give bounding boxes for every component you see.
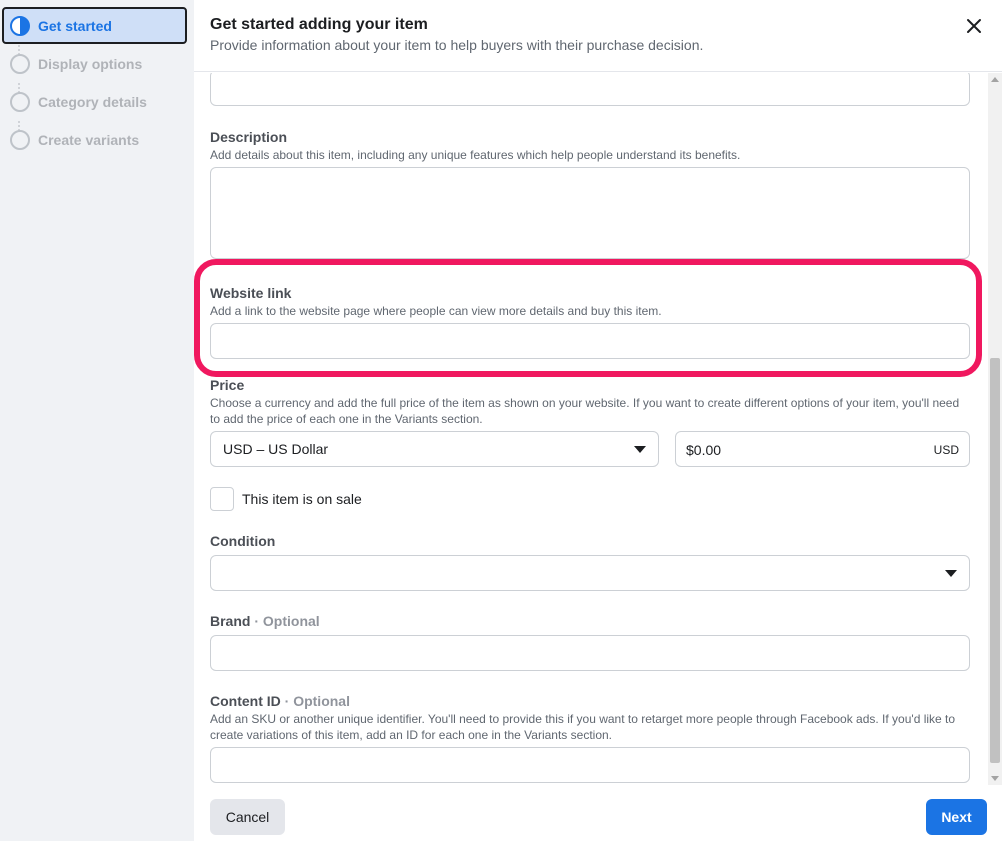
close-icon <box>967 19 981 33</box>
form-scroll-area: Description Add details about this item,… <box>194 73 1002 785</box>
step-label: Create variants <box>38 131 140 148</box>
price-label: Price <box>210 377 245 393</box>
website-link-label: Website link <box>210 285 292 301</box>
optional-tag: · Optional <box>284 693 350 709</box>
price-help: Choose a currency and add the full price… <box>210 396 960 426</box>
step-label: Display options <box>38 55 143 72</box>
brand-label-text: Brand <box>210 613 251 629</box>
price-currency-unit: USD <box>933 443 959 457</box>
content-id-help: Add an SKU or another unique identifier.… <box>210 712 956 742</box>
description-textarea[interactable] <box>210 167 970 259</box>
on-sale-checkbox[interactable] <box>210 487 234 511</box>
stepper-sidebar: Get started Display options Category det… <box>0 0 193 841</box>
brand-label: Brand · Optional <box>210 613 320 629</box>
website-link-input[interactable] <box>210 323 970 359</box>
content-id-label: Content ID · Optional <box>210 693 350 709</box>
step-display-options[interactable]: Display options <box>2 45 187 82</box>
next-button[interactable]: Next <box>926 799 987 835</box>
step-label: Get started <box>38 17 112 34</box>
content-id-label-text: Content ID <box>210 693 281 709</box>
panel-title: Get started adding your item <box>210 16 428 33</box>
condition-label: Condition <box>210 533 276 549</box>
scrollbar-thumb[interactable] <box>990 358 1000 763</box>
vertical-scrollbar[interactable] <box>988 73 1002 785</box>
step-create-variants[interactable]: Create variants <box>2 121 187 158</box>
content-id-input[interactable] <box>210 747 970 783</box>
currency-value: USD – US Dollar <box>223 441 329 457</box>
brand-input[interactable] <box>210 635 970 671</box>
close-button[interactable] <box>964 16 984 36</box>
price-value: $0.00 <box>686 442 722 458</box>
scroll-down-arrow-icon[interactable] <box>991 776 999 781</box>
price-input[interactable]: $0.00 USD <box>675 431 970 467</box>
title-input[interactable] <box>210 73 970 106</box>
description-help: Add details about this item, including a… <box>210 148 741 162</box>
empty-circle-icon <box>10 91 30 112</box>
on-sale-label: This item is on sale <box>242 491 362 507</box>
step-get-started[interactable]: Get started <box>2 7 187 44</box>
step-category-details[interactable]: Category details <box>2 83 187 120</box>
empty-circle-icon <box>10 53 30 74</box>
add-item-panel: Get started adding your item Provide inf… <box>194 0 1002 841</box>
half-filled-circle-icon <box>10 15 30 36</box>
condition-select[interactable] <box>210 555 970 591</box>
panel-subtitle: Provide information about your item to h… <box>210 37 704 53</box>
currency-select[interactable]: USD – US Dollar <box>210 431 659 467</box>
caret-down-icon <box>945 570 957 577</box>
website-link-help: Add a link to the website page where peo… <box>210 304 662 318</box>
cancel-button[interactable]: Cancel <box>210 799 285 835</box>
panel-header: Get started adding your item Provide inf… <box>194 0 1002 72</box>
optional-tag: · Optional <box>254 613 320 629</box>
empty-circle-icon <box>10 129 30 150</box>
description-label: Description <box>210 129 288 145</box>
scroll-up-arrow-icon[interactable] <box>991 77 999 82</box>
panel-footer: Cancel Next <box>194 785 1002 841</box>
caret-down-icon <box>634 446 646 453</box>
step-label: Category details <box>38 93 147 110</box>
